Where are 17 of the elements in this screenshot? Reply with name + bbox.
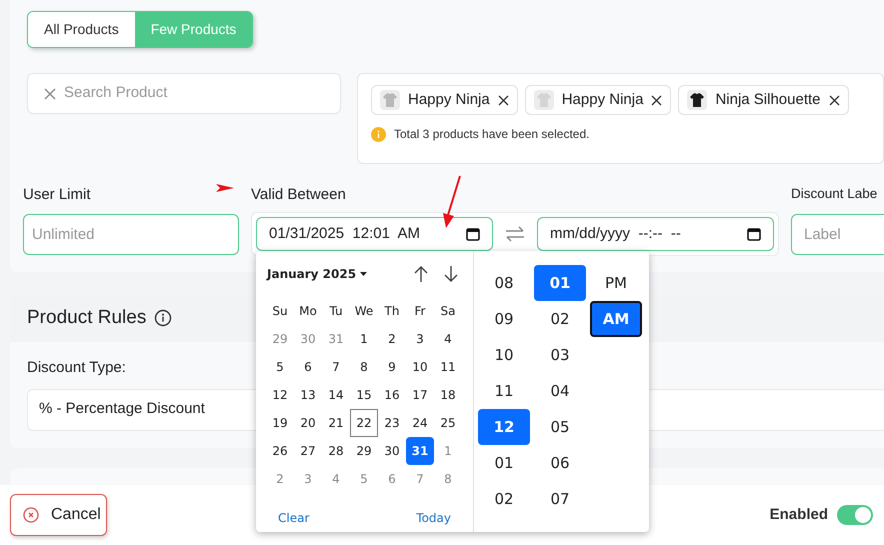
field-label: Valid Between: [251, 185, 347, 204]
product-name: Happy Ninja: [562, 90, 644, 110]
product-name: Ninja Silhouette: [715, 90, 821, 110]
weekday-label: Th: [384, 303, 400, 320]
field-label: User Limit: [23, 185, 91, 204]
weekday-label: Tu: [328, 303, 344, 320]
weekday-label: Fr: [414, 303, 426, 320]
weekday-label: We: [354, 303, 374, 320]
weekday-label: Mo: [298, 303, 318, 320]
weekday-label: Su: [271, 303, 289, 320]
field-label: Discount Labe: [791, 185, 878, 203]
field-label: Discount Type:: [27, 358, 126, 378]
toggle-label: Enabled: [770, 504, 828, 525]
product-name: Happy Ninja: [408, 90, 490, 110]
weekday-label: Sa: [440, 303, 456, 320]
section-title: Product Rules: [27, 306, 146, 330]
selection-note: Total 3 products have been selected.: [394, 126, 590, 143]
